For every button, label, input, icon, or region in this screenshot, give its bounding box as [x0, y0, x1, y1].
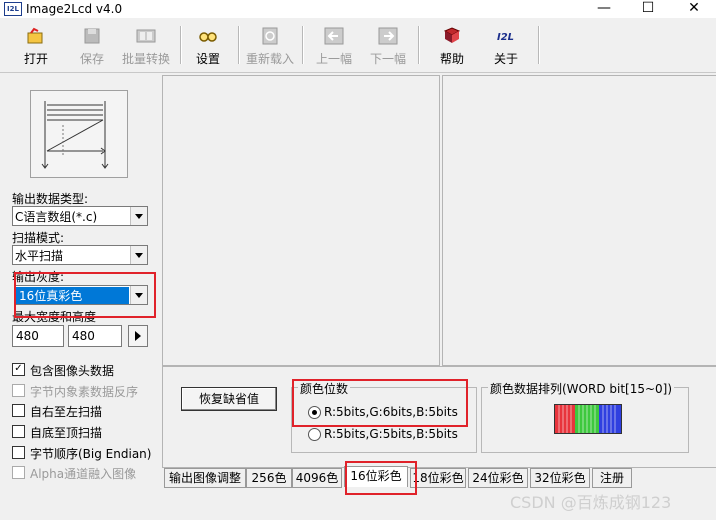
settings-label: 设置 [195, 52, 220, 66]
watermark: CSDN @百炼成钢123 [510, 493, 672, 512]
tab-register[interactable]: 注册 [592, 468, 632, 488]
apply-size-button[interactable] [128, 325, 148, 347]
open-button[interactable]: 打开 [14, 24, 58, 68]
about-button[interactable]: I2L 关于 [484, 24, 528, 68]
window-title: Image2Lcd v4.0 [26, 2, 123, 16]
tab-4096-color[interactable]: 4096色 [292, 468, 342, 488]
output-type-combo[interactable]: C语言数组(*.c) [12, 206, 148, 226]
prev-label: 上一幅 [315, 52, 352, 66]
alpha-blend-label: Alpha通道融入图像 [30, 467, 137, 481]
toolbar-separator [538, 26, 540, 64]
tab-18bit-color[interactable]: 18位彩色 [410, 468, 466, 488]
open-folder-icon [27, 27, 43, 44]
bit-order-graphic [555, 405, 621, 433]
right-to-left-label: 自右至左扫描 [30, 405, 103, 419]
rgb555-label: R:5bits,G:5bits,B:5bits [324, 427, 458, 441]
source-image-view [162, 75, 440, 366]
tab-256-color[interactable]: 256色 [246, 468, 292, 488]
color-order-group: 颜色数据排列(WORD bit[15~0]) [481, 380, 689, 453]
output-type-value: C语言数组(*.c) [15, 210, 98, 224]
reload-label: 重新载入 [245, 52, 294, 66]
chevron-down-icon[interactable] [130, 207, 147, 225]
bottom-to-top-label: 自底至顶扫描 [30, 426, 103, 440]
scan-direction-icon [41, 101, 109, 169]
help-label: 帮助 [439, 52, 464, 66]
i2l-logo-icon: I2L [497, 32, 514, 43]
reload-button[interactable]: 重新载入 [244, 24, 296, 68]
output-image-view [442, 75, 716, 366]
radio-dot[interactable] [308, 428, 321, 441]
settings-button[interactable]: 设置 [186, 24, 230, 68]
help-button[interactable]: 帮助 [430, 24, 474, 68]
max-width-input[interactable]: 480 [12, 325, 64, 347]
batch-label: 批量转换 [121, 52, 170, 66]
include-header-label: 包含图像头数据 [30, 364, 115, 378]
maximize-button[interactable]: ☐ [626, 0, 670, 18]
output-type-label: 输出数据类型: [12, 192, 89, 206]
scan-mode-value: 水平扫描 [15, 249, 64, 263]
highlight-box-color-bits [292, 379, 468, 427]
chevron-down-icon[interactable] [130, 246, 147, 264]
toolbar-separator [180, 26, 182, 64]
tab-output-adjust[interactable]: 输出图像调整 [164, 468, 246, 488]
checkbox-box[interactable] [12, 466, 25, 479]
open-label: 打开 [23, 52, 48, 66]
max-width-value: 480 [16, 329, 39, 343]
checkbox-box[interactable] [12, 425, 25, 438]
save-label: 保存 [79, 52, 104, 66]
minimize-button[interactable]: — [582, 0, 626, 18]
app-icon: I2L [4, 2, 22, 16]
scan-mode-combo[interactable]: 水平扫描 [12, 245, 148, 265]
arrow-right-icon [378, 27, 398, 45]
tab-32bit-color[interactable]: 32位彩色 [530, 468, 590, 488]
reverse-pixel-label: 字节内象素数据反序 [30, 385, 139, 399]
title-bar: I2L Image2Lcd v4.0 — ☐ ✕ [0, 0, 716, 18]
prev-button[interactable]: 上一幅 [312, 24, 356, 68]
bit-order-bar [554, 404, 622, 434]
restore-defaults-button[interactable]: 恢复缺省值 [181, 387, 277, 411]
tab-24bit-color[interactable]: 24位彩色 [468, 468, 528, 488]
help-book-icon [443, 27, 461, 43]
toolbar: 打开 保存 批量转换 设置 重新载入 上一幅 下一幅 帮助 I2L 关于 [0, 18, 716, 73]
toolbar-separator [418, 26, 420, 64]
next-button[interactable]: 下一幅 [366, 24, 410, 68]
reload-icon [262, 27, 278, 45]
checkbox-box[interactable] [12, 404, 25, 417]
save-button[interactable]: 保存 [70, 24, 114, 68]
checkbox-box[interactable] [12, 446, 25, 459]
highlight-box-tab [345, 461, 417, 495]
svg-text:I2L: I2L [497, 32, 514, 43]
scan-mode-label: 扫描模式: [12, 231, 65, 245]
next-label: 下一幅 [369, 52, 406, 66]
batch-icon [136, 29, 156, 43]
toolbar-separator [302, 26, 304, 64]
tab-bar: 输出图像调整 256色 4096色 16位彩色 18位彩色 24位彩色 32位彩… [162, 466, 716, 488]
big-endian-label: 字节顺序(Big Endian) [30, 447, 152, 461]
save-disk-icon [84, 28, 100, 44]
max-height-value: 480 [72, 329, 95, 343]
checkbox-box[interactable] [12, 384, 25, 397]
about-label: 关于 [493, 52, 518, 66]
toolbar-separator [238, 26, 240, 64]
scan-preview [30, 90, 128, 178]
glasses-icon [199, 32, 217, 42]
max-height-input[interactable]: 480 [68, 325, 122, 347]
checkbox-box[interactable]: ✓ [12, 363, 25, 376]
batch-convert-button[interactable]: 批量转换 [118, 24, 174, 68]
close-button[interactable]: ✕ [672, 0, 716, 18]
arrow-left-icon [324, 27, 344, 45]
color-order-title: 颜色数据排列(WORD bit[15~0]) [488, 380, 675, 397]
highlight-box-gray [14, 272, 156, 318]
